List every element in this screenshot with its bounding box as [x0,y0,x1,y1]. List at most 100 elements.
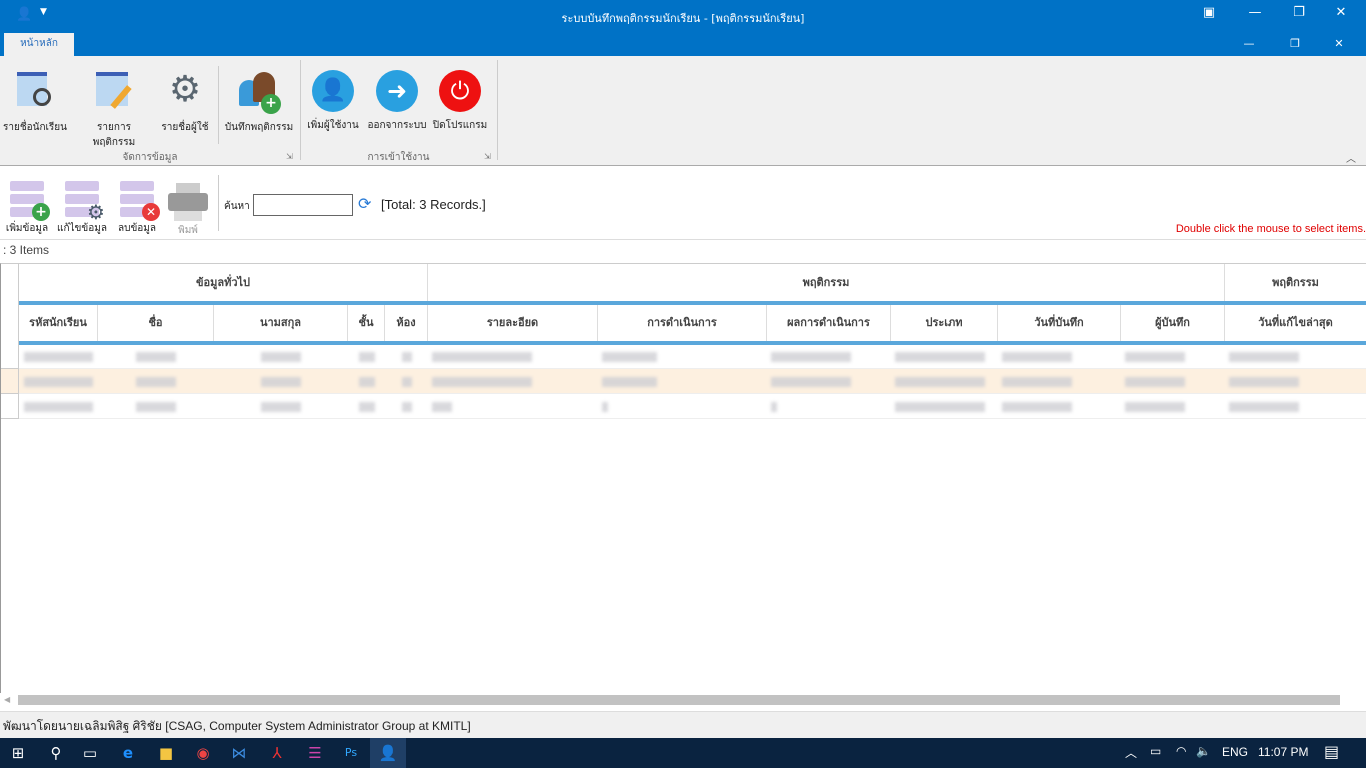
notifications-icon[interactable]: ▤ [1324,742,1339,761]
user-settings-icon: ⚙ [168,69,202,110]
column-header[interactable]: ห้อง [385,305,428,341]
collapse-ribbon-icon[interactable]: ︿ [1346,150,1356,165]
app-taskbar-icon[interactable]: 👤 [370,738,406,768]
redacted-cell [358,352,375,362]
add-user-button[interactable]: 👤 เพิ่มผู้ใช้งาน [296,70,370,133]
redacted-cell [1125,352,1185,362]
photoshop-icon[interactable]: Ps [333,738,369,768]
mdi-restore-button[interactable]: ❐ [1272,37,1318,50]
file-explorer-icon[interactable]: ■ [148,738,184,768]
column-header[interactable]: วันที่แก้ไขล่าสุด [1225,305,1366,341]
redacted-cell [1229,402,1299,412]
scrollbar-thumb[interactable] [18,695,1340,705]
restore-layout-icon[interactable]: ▣ [1186,5,1232,20]
minimize-button[interactable]: — [1232,5,1278,20]
close-button[interactable]: ✕ [1318,5,1364,20]
horizontal-scrollbar[interactable]: ◀ [0,693,1366,707]
edit-record-button[interactable]: ⚙ แก้ไขข้อมูล [55,181,109,236]
button-label: รายชื่อผู้ใช้ [161,122,209,133]
winrar-icon[interactable]: ☰ [297,738,333,768]
search-input[interactable] [253,194,353,216]
column-header[interactable]: ผลการดำเนินการ [767,305,891,341]
column-header[interactable]: การดำเนินการ [598,305,767,341]
exit-program-button[interactable]: ⏻ ปิดโปรแกรม [423,70,497,133]
group-header-behavior-2: พฤติกรรม [1225,264,1366,301]
chrome-icon[interactable]: ◉ [185,738,221,768]
window-title: ระบบบันทึกพฤติกรรมนักเรียน - [พฤติกรรมนั… [561,12,805,25]
table-row[interactable] [1,369,1366,394]
group-label-access: การเข้าใช้งาน [367,152,430,163]
button-label: ลบข้อมูล [117,223,157,234]
add-record-button[interactable]: + เพิ่มข้อมูล [0,181,54,236]
redacted-cell [602,377,657,387]
record-behavior-icon: + [237,70,281,114]
redacted-cell [24,377,93,387]
search-icon[interactable]: ⚲ [38,738,74,768]
mdi-close-button[interactable]: ✕ [1316,37,1362,50]
title-bar: 👤 ▼ ระบบบันทึกพฤติกรรมนักเรียน - [พฤติกร… [0,0,1366,56]
volume-icon[interactable]: 🔈 [1196,744,1211,758]
redacted-cell [1229,352,1299,362]
toolbar: + เพิ่มข้อมูล ⚙ แก้ไขข้อมูล ✕ ลบข้อมูล พิมพ… [0,167,1366,240]
button-label: แก้ไขข้อมูล [57,223,107,234]
user-list-button[interactable]: ⚙ รายชื่อผู้ใช้ [148,70,222,135]
row-header[interactable] [1,394,19,419]
refresh-icon[interactable]: ⟳ [358,194,371,213]
student-list-button[interactable]: รายชื่อนักเรียน [0,70,72,135]
column-header[interactable]: นามสกุล [214,305,348,341]
battery-icon[interactable]: ▭ [1150,744,1161,758]
table-row[interactable] [1,344,1366,369]
delete-record-button[interactable]: ✕ ลบข้อมูล [110,181,164,236]
dialog-launcher-icon[interactable]: ⇲ [484,152,491,161]
column-header[interactable]: รายละอียด [428,305,598,341]
task-view-icon[interactable]: ▭ [72,738,108,768]
row-header[interactable] [1,344,19,369]
data-grid[interactable]: ข้อมูลทั่วไป พฤติกรรม พฤติกรรม รหัสนักเร… [0,263,1366,693]
redacted-cell [136,352,176,362]
table-row[interactable] [1,394,1366,419]
row-header[interactable] [1,369,19,394]
wifi-icon[interactable]: ◠ [1176,744,1186,758]
column-header[interactable]: ผู้บันทึก [1121,305,1225,341]
print-button[interactable]: พิมพ์ [161,181,215,238]
group-label-data: จัดการข้อมูล [122,152,178,163]
button-label: พิมพ์ [178,225,198,236]
button-label: เพิ่มข้อมูล [5,223,49,234]
visual-studio-icon[interactable]: ⋈ [221,738,257,768]
items-count: : 3 Items [3,243,50,257]
add-user-icon: 👤 [312,70,354,112]
status-bar: พัฒนาโดยนายเฉลิมพิสิฐ ศิริชัย [CSAG, Com… [0,711,1366,738]
redacted-cell [1229,377,1299,387]
tab-home[interactable]: หน้าหลัก [4,33,74,56]
record-behavior-button[interactable]: + บันทึกพฤติกรรม [222,70,296,135]
column-header[interactable]: ชั้น [348,305,385,341]
dialog-launcher-icon[interactable]: ⇲ [286,152,293,161]
printer-icon [168,183,208,221]
button-label: ปิดโปรแกรม [432,120,488,131]
column-header[interactable]: ชื่อ [98,305,214,341]
windows-start-icon[interactable]: ⊞ [0,738,36,768]
student-list-icon [13,70,57,114]
redacted-cell [895,352,985,362]
button-label: บันทึกพฤติกรรม [224,122,294,133]
edge-icon[interactable]: e [110,738,146,768]
column-header[interactable]: ประเภท [891,305,998,341]
group-header-behavior: พฤติกรรม [428,264,1225,301]
mdi-minimize-button[interactable]: — [1226,37,1272,50]
scroll-left-icon[interactable]: ◀ [4,695,10,704]
acrobat-icon[interactable]: ⅄ [259,738,295,768]
maximize-button[interactable]: ❐ [1276,5,1322,20]
behavior-list-button[interactable]: รายการพฤติกรรม [77,70,151,150]
column-header[interactable]: วันที่บันทึก [998,305,1121,341]
redacted-cell [261,402,301,412]
button-label: รายชื่อนักเรียน [2,122,67,133]
redacted-cell [358,402,375,412]
clock[interactable]: 11:07 PM [1258,745,1308,759]
column-header[interactable]: รหัสนักเรียน [19,305,98,341]
redacted-cell [432,377,532,387]
redacted-cell [432,352,532,362]
redacted-cell [1125,402,1185,412]
tray-overflow-icon[interactable]: ︿ [1125,744,1137,761]
language-indicator[interactable]: ENG [1222,745,1248,759]
group-header-general: ข้อมูลทั่วไป [19,264,428,301]
